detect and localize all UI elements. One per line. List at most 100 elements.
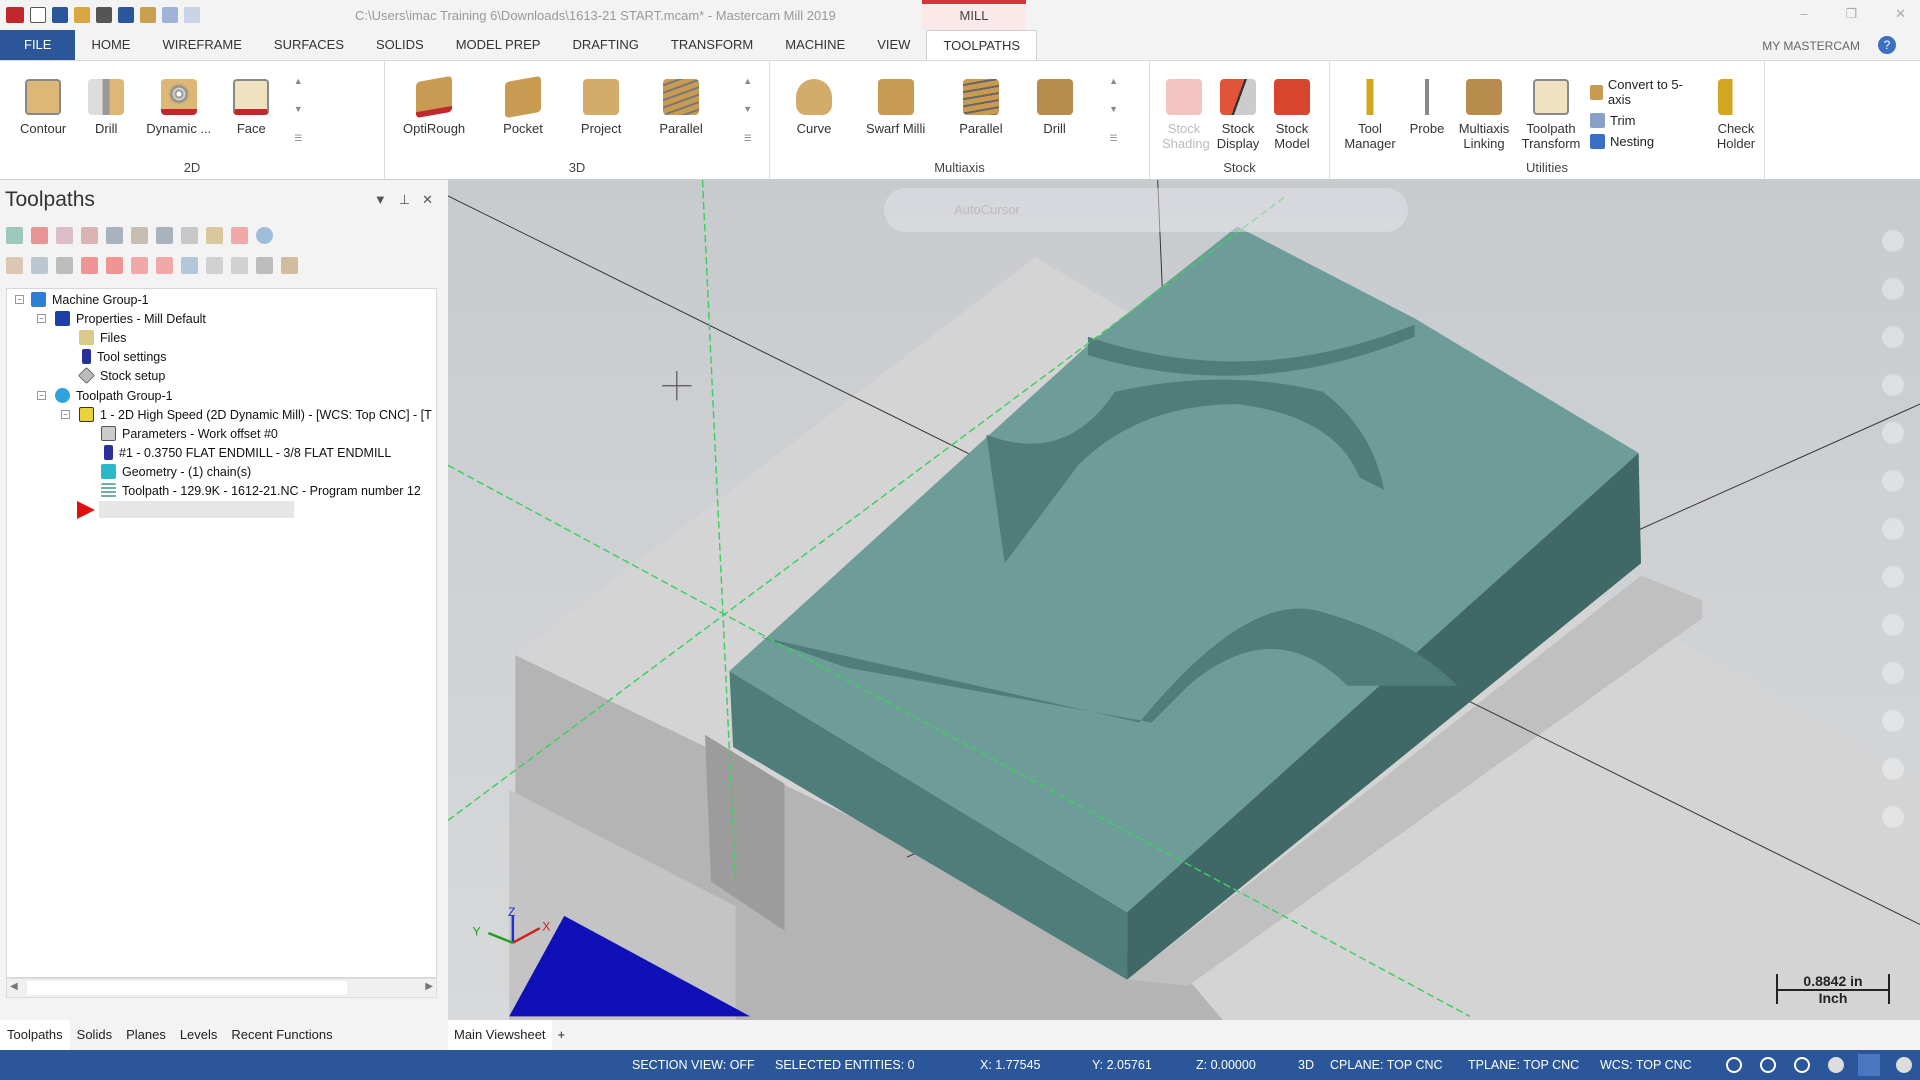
tab-drafting[interactable]: DRAFTING — [556, 30, 654, 60]
stock-model-button[interactable]: Stock Model — [1270, 67, 1314, 153]
zoom-in-icon[interactable] — [1882, 230, 1904, 252]
parallel-3d-button[interactable]: Parallel — [659, 67, 703, 153]
toggle-display-icon[interactable] — [31, 256, 48, 274]
autocursor-label[interactable]: AutoCursor — [954, 202, 1020, 217]
tab-main-viewsheet[interactable]: Main Viewsheet — [448, 1020, 552, 1050]
tree-item-operation-1[interactable]: 1 - 2D High Speed (2D Dynamic Mill) - [W… — [79, 405, 432, 424]
lock-icon[interactable] — [6, 256, 23, 274]
wireframe-icon[interactable] — [1882, 662, 1904, 684]
probe-button[interactable]: Probe — [1406, 67, 1448, 153]
tree-item-properties[interactable]: Properties - Mill Default — [55, 309, 206, 328]
drill-2d-button[interactable]: Drill — [88, 67, 125, 153]
tree-item-tool[interactable]: #1 - 0.3750 FLAT ENDMILL - 3/8 FLAT ENDM… — [101, 443, 391, 462]
swarf-button[interactable]: Swarf Milli — [866, 67, 925, 153]
save-as-icon[interactable] — [118, 7, 134, 23]
drill-multiaxis-button[interactable]: Drill — [1036, 67, 1073, 153]
post-icon[interactable] — [181, 226, 198, 244]
scroll-thumb[interactable] — [27, 981, 347, 995]
collapse-icon[interactable]: − — [61, 410, 70, 419]
regenerate-icon[interactable] — [56, 226, 73, 244]
settings-icon[interactable] — [1882, 758, 1904, 780]
tab-solids-panel[interactable]: Solids — [70, 1020, 119, 1050]
optirough-button[interactable]: OptiRough — [403, 67, 465, 153]
tab-planes-panel[interactable]: Planes — [119, 1020, 173, 1050]
tree-item-files[interactable]: Files — [79, 328, 126, 347]
tab-transform[interactable]: TRANSFORM — [655, 30, 769, 60]
gallery-scroll[interactable]: ▲ ▼ ☰ — [741, 67, 755, 153]
tab-wireframe[interactable]: WIREFRAME — [146, 30, 257, 60]
deselect-icon[interactable] — [31, 226, 48, 244]
globe-icon[interactable] — [1726, 1057, 1742, 1073]
display-options-icon[interactable] — [231, 256, 248, 274]
section-view-status[interactable]: SECTION VIEW: OFF — [632, 1058, 755, 1072]
check-holder-button[interactable]: Check Holder — [1714, 67, 1758, 153]
right-view-icon[interactable] — [1882, 566, 1904, 588]
curve-button[interactable]: Curve — [796, 67, 832, 153]
help-icon[interactable]: ? — [1878, 36, 1896, 54]
tree-item-stock-setup[interactable]: Stock setup — [78, 366, 165, 385]
face-button[interactable]: Face — [233, 67, 270, 153]
zoom-out-icon[interactable] — [1882, 278, 1904, 300]
restore-button[interactable]: ❐ — [1845, 6, 1857, 22]
cplane-status[interactable]: CPLANE: TOP CNC — [1330, 1058, 1443, 1072]
stock-display-button[interactable]: Stock Display — [1216, 67, 1260, 153]
tab-file[interactable]: FILE — [0, 30, 76, 60]
tab-toolpaths[interactable]: TOOLPATHS — [926, 30, 1038, 60]
shaded-active-icon[interactable] — [1858, 1054, 1880, 1076]
regenerate-dirty-icon[interactable] — [81, 226, 98, 244]
shading-icon[interactable] — [1882, 614, 1904, 636]
pocket-button[interactable]: Pocket — [503, 67, 543, 153]
minimize-button[interactable]: – — [1800, 6, 1807, 22]
collapse-icon[interactable]: − — [15, 295, 24, 304]
print-icon[interactable] — [96, 7, 112, 23]
tool-path-filter-icon[interactable] — [256, 256, 273, 274]
tab-levels-panel[interactable]: Levels — [173, 1020, 225, 1050]
close-button[interactable]: ✕ — [1895, 6, 1906, 22]
pin-icon[interactable]: ⊥ — [399, 192, 410, 208]
tree-item-tool-settings[interactable]: Tool settings — [79, 347, 166, 366]
translucency-icon[interactable] — [1896, 1057, 1912, 1073]
post-selected-icon[interactable] — [206, 226, 223, 244]
tab-recent-functions[interactable]: Recent Functions — [224, 1020, 339, 1050]
tab-view[interactable]: VIEW — [861, 30, 926, 60]
collapse-icon[interactable]: − — [37, 314, 46, 323]
convert-to-5-axis-button[interactable]: Convert to 5-axis — [1590, 77, 1692, 107]
globe-icon[interactable] — [1794, 1057, 1810, 1073]
tab-model-prep[interactable]: MODEL PREP — [440, 30, 557, 60]
my-mastercam-link[interactable]: MY MASTERCAM — [1762, 39, 1860, 53]
multiaxis-linking-button[interactable]: Multiaxis Linking — [1456, 67, 1512, 153]
insert-arrow-icon[interactable] — [131, 256, 148, 274]
simulate-icon[interactable] — [156, 226, 173, 244]
only-display-selected-icon[interactable] — [181, 256, 198, 274]
scroll-to-arrow-icon[interactable] — [156, 256, 173, 274]
help-circle-icon[interactable] — [256, 226, 273, 244]
mode-2d-3d[interactable]: 3D — [1298, 1058, 1314, 1072]
toggle-posting-icon[interactable] — [56, 256, 73, 274]
isometric-icon[interactable] — [1882, 422, 1904, 444]
top-view-icon[interactable] — [1882, 470, 1904, 492]
tab-home[interactable]: HOME — [75, 30, 146, 60]
collapse-icon[interactable]: − — [37, 391, 46, 400]
only-display-related-icon[interactable] — [206, 256, 223, 274]
panel-menu-icon[interactable]: ▼ — [374, 192, 387, 208]
tab-solids[interactable]: SOLIDS — [360, 30, 440, 60]
front-view-icon[interactable] — [1882, 518, 1904, 540]
move-down-icon[interactable] — [81, 256, 98, 274]
tree-item-geometry[interactable]: Geometry - (1) chain(s) — [101, 462, 251, 481]
globe-icon[interactable] — [1760, 1057, 1776, 1073]
contour-button[interactable]: Contour — [20, 67, 66, 153]
trim-button[interactable]: Trim — [1590, 113, 1692, 128]
select-all-icon[interactable] — [6, 226, 23, 244]
tree-item-parameters[interactable]: Parameters - Work offset #0 — [101, 424, 278, 443]
save-icon[interactable] — [52, 7, 68, 23]
fit-icon[interactable] — [1882, 326, 1904, 348]
highfeed-icon[interactable] — [231, 226, 248, 244]
tree-item-machine-group[interactable]: Machine Group-1 — [31, 290, 149, 309]
tab-toolpaths-panel[interactable]: Toolpaths — [0, 1020, 70, 1050]
tab-surfaces[interactable]: SURFACES — [258, 30, 360, 60]
autocursor-toolbar[interactable]: AutoCursor — [884, 188, 1408, 232]
rotate-icon[interactable] — [1882, 374, 1904, 396]
backplot-icon[interactable] — [106, 226, 123, 244]
project-button[interactable]: Project — [581, 67, 621, 153]
nesting-button[interactable]: Nesting — [1590, 134, 1692, 149]
